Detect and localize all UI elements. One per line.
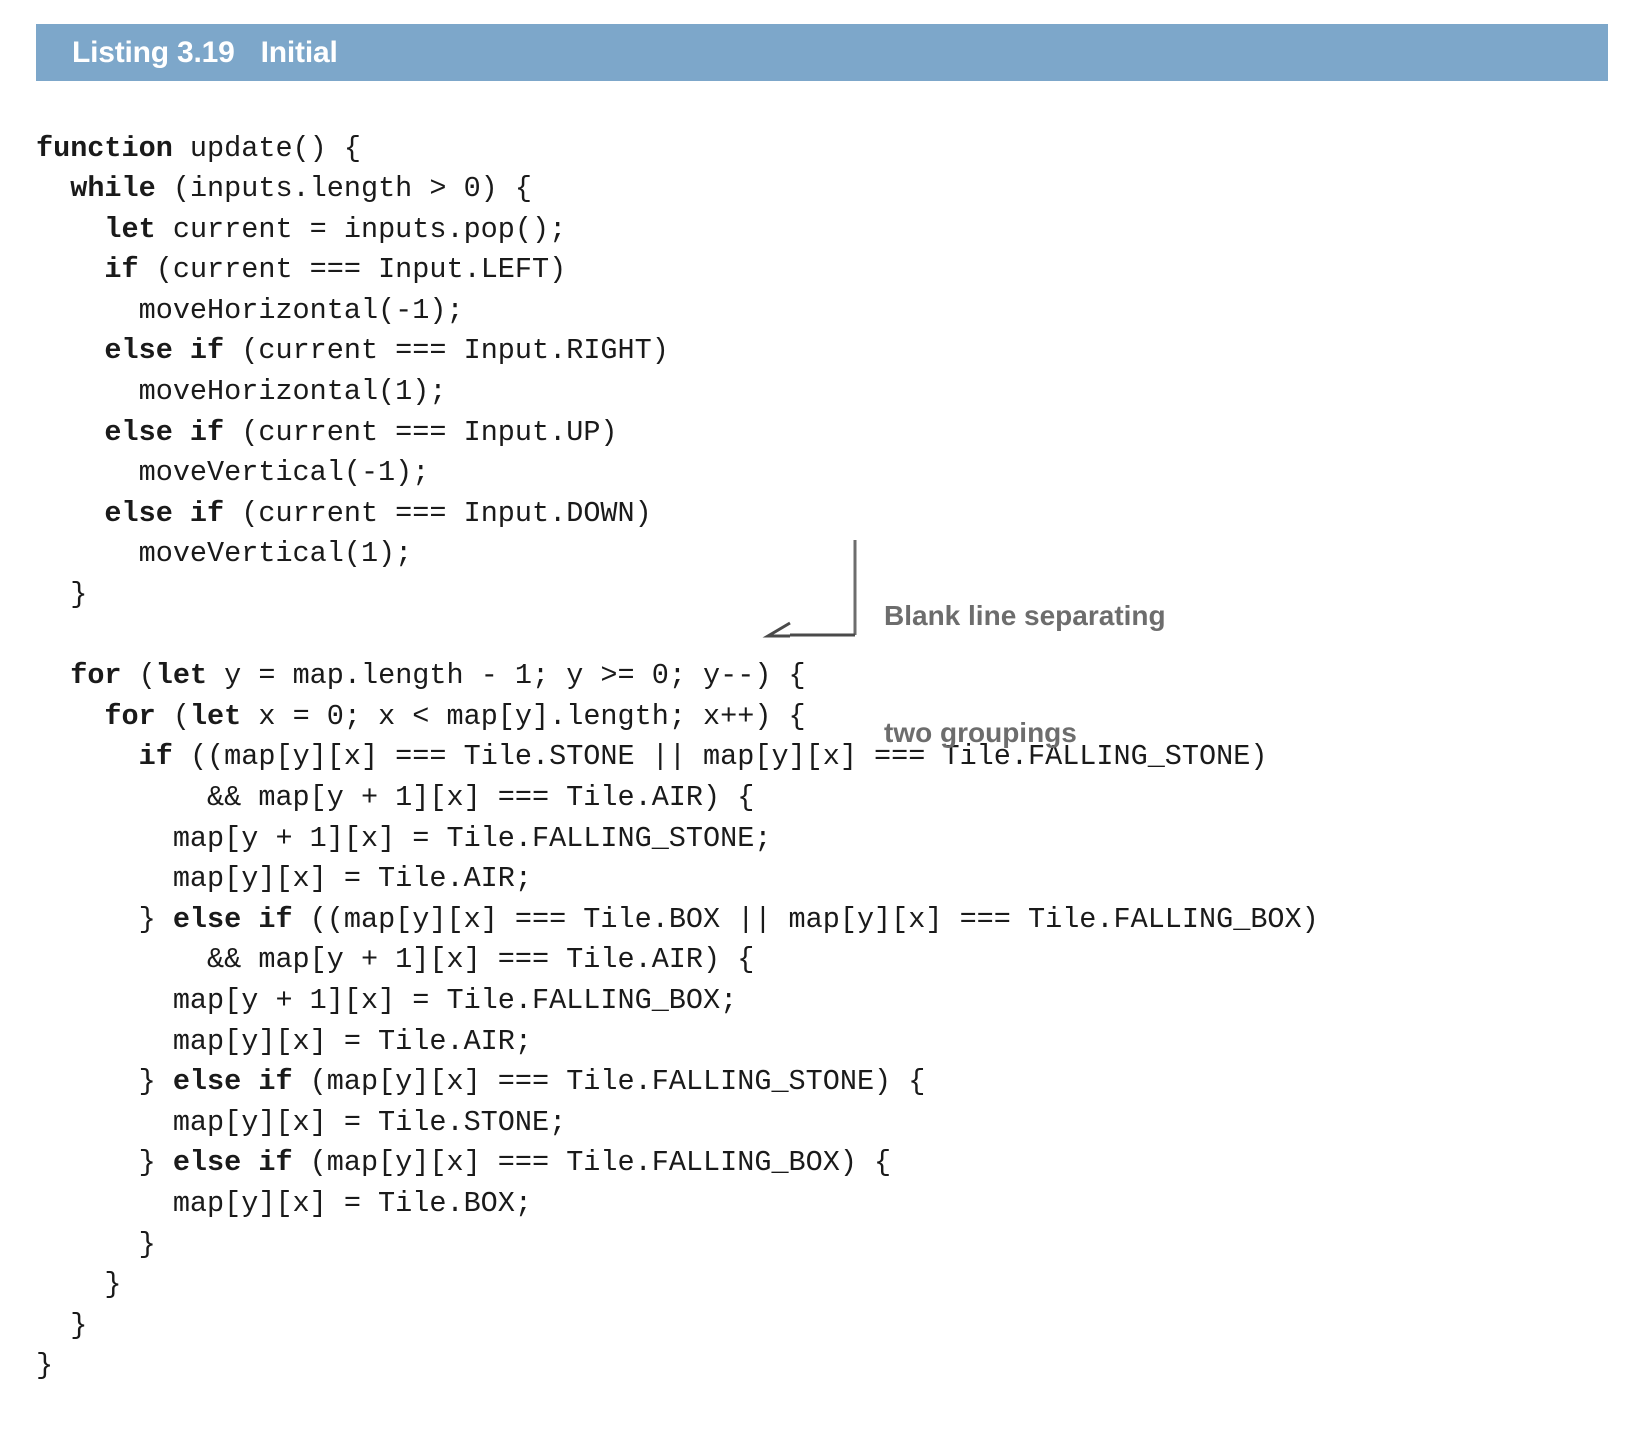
- code-keyword: else if: [172, 1146, 293, 1180]
- code-line: map[y][x] = Tile.STONE;: [36, 1105, 567, 1139]
- listing-title: Initial: [260, 35, 338, 69]
- listing-header-bar: Listing 3.19 Initial: [36, 24, 1608, 81]
- code-line: if (current === Input.LEFT): [104, 253, 567, 287]
- code-keyword: for: [70, 659, 122, 693]
- code-keyword: let: [155, 659, 208, 693]
- code-keyword: if: [104, 253, 139, 287]
- annotation-callout: Blank line separating two groupings: [884, 518, 1304, 791]
- code-keyword: else if: [172, 902, 293, 936]
- code-line: }: [36, 1227, 156, 1261]
- code-keyword: let: [104, 212, 156, 246]
- code-line: else if (current === Input.UP): [104, 415, 618, 449]
- code-keyword: else if: [172, 1065, 293, 1099]
- code-line: moveVertical(1);: [36, 537, 413, 571]
- code-line: }: [36, 1349, 54, 1383]
- annotation-line-2: two groupings: [884, 717, 1077, 748]
- code-line: }: [36, 1308, 88, 1342]
- code-line: map[y][x] = Tile.AIR;: [36, 862, 532, 896]
- listing-number: Listing 3.19: [72, 35, 235, 69]
- code-line: moveVertical(-1);: [36, 456, 430, 490]
- code-line: } else if (map[y][x] === Tile.FALLING_ST…: [36, 1065, 926, 1099]
- code-line: while (inputs.length > 0) {: [70, 172, 532, 206]
- code-keyword: else if: [104, 334, 225, 368]
- annotation-line-1: Blank line separating: [884, 600, 1166, 631]
- code-line: else if (current === Input.DOWN): [104, 496, 652, 530]
- code-line: for (let x = 0; x < map[y].length; x++) …: [104, 699, 806, 733]
- code-keyword: for: [104, 699, 156, 733]
- code-line: map[y + 1][x] = Tile.FALLING_STONE;: [36, 821, 772, 855]
- code-keyword: function: [36, 131, 173, 165]
- code-line: } else if ((map[y][x] === Tile.BOX || ma…: [36, 902, 1319, 936]
- code-line: function update() {: [36, 131, 361, 165]
- code-line: else if (current === Input.RIGHT): [104, 334, 669, 368]
- code-keyword: while: [70, 172, 156, 206]
- code-line: }: [36, 578, 88, 612]
- code-line: && map[y + 1][x] === Tile.AIR) {: [36, 781, 755, 814]
- code-line: moveHorizontal(1);: [36, 375, 447, 409]
- code-line: }: [36, 1268, 122, 1302]
- code-keyword: else if: [104, 496, 225, 530]
- code-line: map[y + 1][x] = Tile.FALLING_BOX;: [36, 983, 738, 1017]
- code-line: } else if (map[y][x] === Tile.FALLING_BO…: [36, 1146, 892, 1180]
- code-line: if ((map[y][x] === Tile.STONE || map[y][…: [138, 740, 1268, 774]
- code-line: let current = inputs.pop();: [104, 212, 567, 246]
- code-keyword: else if: [104, 415, 225, 449]
- code-line: map[y][x] = Tile.BOX;: [36, 1186, 532, 1220]
- code-line: for (let y = map.length - 1; y >= 0; y--…: [70, 659, 806, 693]
- code-keyword: if: [138, 740, 173, 774]
- code-line: map[y][x] = Tile.AIR;: [36, 1024, 532, 1058]
- code-line: moveHorizontal(-1);: [36, 293, 464, 327]
- code-line: && map[y + 1][x] === Tile.AIR) {: [36, 943, 755, 977]
- code-keyword: let: [189, 699, 242, 733]
- code-listing: function update() { while (inputs.length…: [36, 129, 1616, 1387]
